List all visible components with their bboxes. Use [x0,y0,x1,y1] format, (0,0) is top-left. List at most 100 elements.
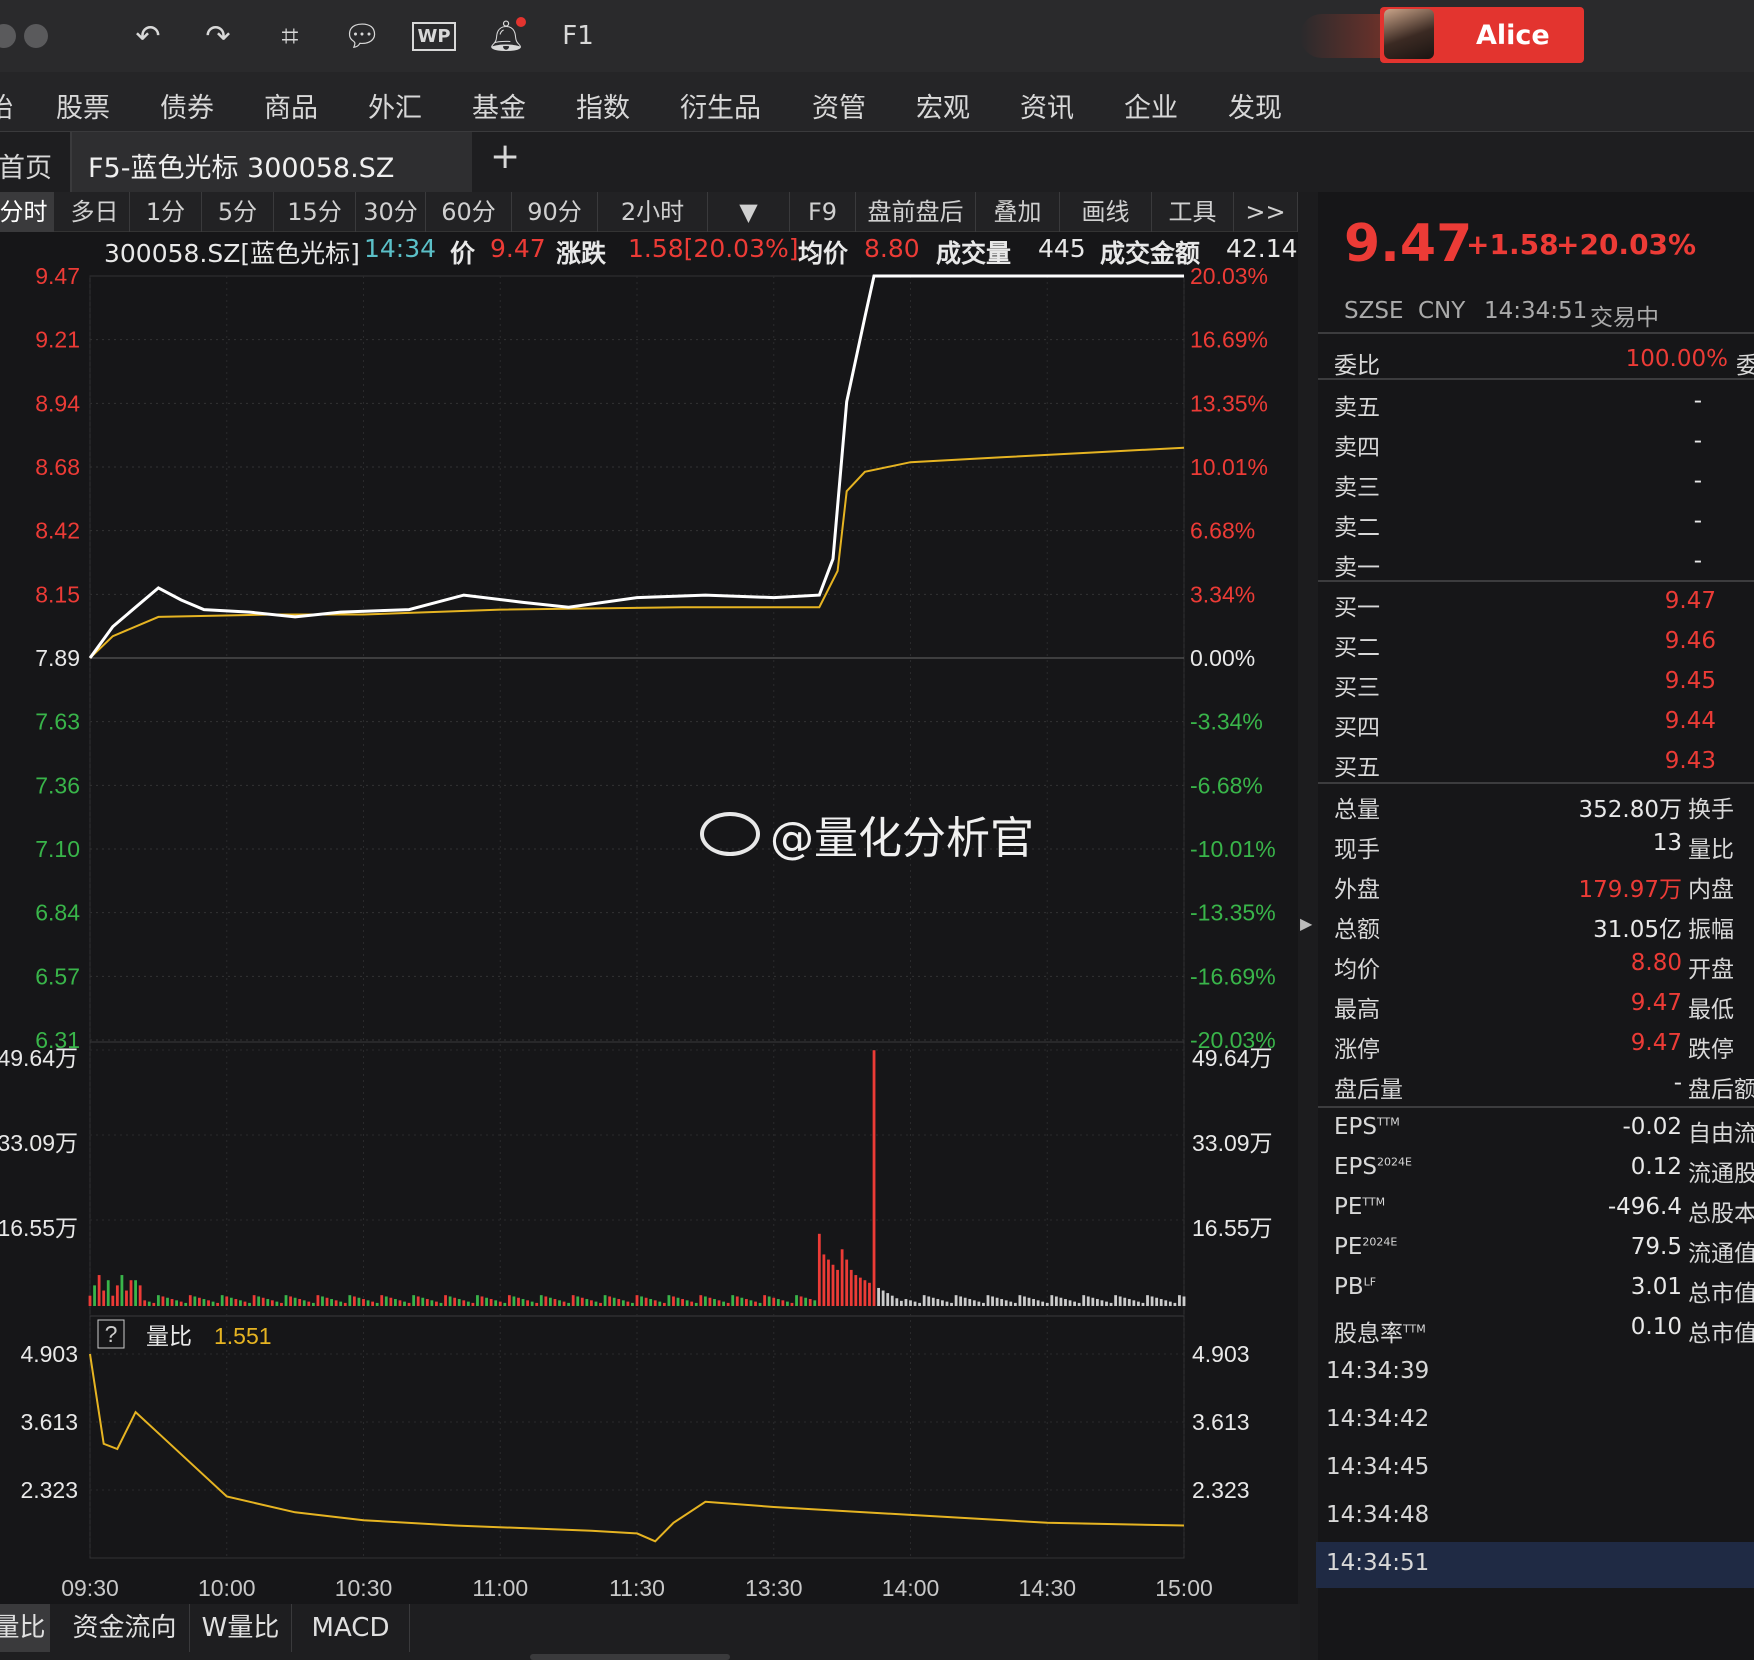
menu-item-11[interactable]: 发现 [1228,86,1282,125]
volume-bar [1109,1302,1113,1306]
indicator-tab-3[interactable]: MACD [292,1604,410,1652]
tick-row[interactable]: 14:34:39 [1316,1350,1754,1396]
ask-row[interactable]: 卖四 - [1318,428,1754,466]
volume-bar [1150,1296,1154,1306]
panel-divider[interactable]: ▶ [1298,192,1318,1660]
tick-row[interactable]: 14:34:48 [1316,1494,1754,1540]
window-minimize-dot[interactable] [24,24,48,48]
volume-bar [1127,1299,1131,1306]
period-tab-5[interactable]: 30分 [356,192,426,232]
menu-item-7[interactable]: 资管 [812,86,866,125]
period-tab-12[interactable]: 画线 [1060,192,1152,232]
window-close-dot[interactable] [0,24,16,48]
volume-bar [535,1302,539,1306]
bid-row[interactable]: 买二 9.46 [1318,628,1754,666]
wp-icon[interactable]: WP [412,14,456,58]
period-tab-13[interactable]: 工具 [1152,192,1234,232]
info-price-label: 价 [450,239,476,268]
f1-button[interactable]: F1 [556,14,600,58]
expand-arrow-icon[interactable]: ▶ [1300,914,1312,933]
menu-item-10[interactable]: 企业 [1124,86,1178,125]
volume-bar [786,1301,789,1306]
volume-bar [831,1264,835,1306]
menu-item-5[interactable]: 指数 [576,86,630,125]
ask-row[interactable]: 卖五 - [1318,388,1754,426]
indicator-tab-1[interactable]: 资金流向 [60,1604,190,1652]
volume-bar [1082,1295,1086,1306]
volume-bar [179,1301,183,1306]
stat-value: 9.47 [1630,990,1682,1016]
period-dropdown[interactable]: ▼ [708,192,790,232]
menu-item-3[interactable]: 外汇 [368,86,422,125]
period-tab-9[interactable]: F9 [790,192,856,232]
volume-axis-label-right: 49.64万 [1192,1045,1273,1071]
period-tab-6[interactable]: 60分 [426,192,512,232]
period-tab-10[interactable]: 盘前盘后 [856,192,976,232]
period-tab-0[interactable]: 分时 [0,192,54,232]
volume-bar [412,1295,416,1306]
menu-item-8[interactable]: 宏观 [916,86,970,125]
bid-row[interactable]: 买五 9.43 [1318,748,1754,786]
volume-bar [503,1302,507,1306]
volume-bar [1036,1300,1040,1306]
menu-item-9[interactable]: 资讯 [1020,86,1074,125]
menu-item-0[interactable]: 股票 [56,86,110,125]
volume-bar [307,1301,311,1306]
menu-item-1[interactable]: 债券 [160,86,214,125]
volume-bar [362,1299,365,1306]
indicator-tab-2[interactable]: W量比 [190,1604,292,1652]
volume-bar [188,1295,192,1306]
ratio-label: 量比 [146,1323,192,1349]
intraday-chart[interactable]: 9.47 20.03% 9.21 16.69% 8.94 13.35% 8.68 10.01%… [0,268,1298,1604]
volume-bar [950,1302,953,1306]
period-tab-7[interactable]: 90分 [512,192,598,232]
menu-item-2[interactable]: 商品 [264,86,318,125]
volume-bar [216,1302,220,1306]
ask-value: - [1693,548,1702,574]
scrollbar[interactable] [530,1654,730,1660]
bid-row[interactable]: 买三 9.45 [1318,668,1754,706]
tick-row[interactable]: 14:34:51 [1316,1542,1754,1588]
volume-bar [941,1300,944,1306]
indicator-tab-0[interactable]: 量比 [0,1604,50,1652]
ask-row[interactable]: 卖二 - [1318,508,1754,546]
menu-item-6[interactable]: 衍生品 [680,86,761,125]
period-tab-8[interactable]: 2小时 [598,192,708,232]
chat-icon[interactable]: 💬︎ [340,14,384,58]
tick-row[interactable]: 14:34:45 [1316,1446,1754,1492]
period-tab-3[interactable]: 5分 [202,192,274,232]
volume-bar [1146,1295,1149,1306]
quote-pct: +20.03% [1556,228,1697,261]
add-tab-button[interactable]: + [490,136,520,177]
info-change: 1.58[20.03%] [628,234,799,263]
period-tab-11[interactable]: 叠加 [976,192,1060,232]
period-tab-14[interactable]: >> [1234,192,1298,232]
volume-bar [266,1299,270,1306]
volume-bar [1178,1295,1181,1306]
bid-row[interactable]: 买四 9.44 [1318,708,1754,746]
fund-value: 3.01 [1630,1274,1682,1300]
undo-icon[interactable]: ↶ [126,14,170,58]
bid-row[interactable]: 买一 9.47 [1318,588,1754,626]
tick-row[interactable]: 14:34:42 [1316,1398,1754,1444]
volume-bar [1118,1296,1122,1306]
ask-row[interactable]: 卖三 - [1318,468,1754,506]
volume-bar [827,1259,830,1306]
volume-bar [553,1299,557,1306]
tab-home[interactable]: 首页 [0,146,52,185]
menu-item-4[interactable]: 基金 [472,86,526,125]
redo-icon[interactable]: ↷ [196,14,240,58]
volume-bar [398,1300,402,1306]
crop-icon[interactable]: ⌗ [268,14,312,58]
volume-bar [699,1295,703,1306]
period-tab-4[interactable]: 15分 [274,192,356,232]
stat-label: 盘后量 [1334,1077,1403,1103]
stat-row: 涨停 9.47 跌停 [1318,1030,1754,1068]
tab-active-stock[interactable]: F5-蓝色光标 300058.SZ [72,132,472,192]
menu-item-cut[interactable]: 始 [0,86,13,125]
volume-bar [243,1301,247,1306]
period-tab-2[interactable]: 1分 [130,192,202,232]
volume-bar [93,1285,96,1306]
volume-bar [1182,1296,1186,1306]
period-tab-1[interactable]: 多日 [60,192,130,232]
